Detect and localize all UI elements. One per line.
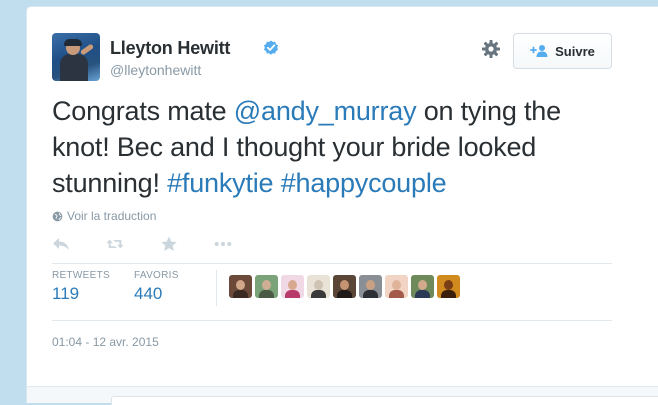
more-icon xyxy=(214,241,232,247)
favoriters-list xyxy=(229,275,460,298)
translate-label: Voir la traduction xyxy=(67,209,157,223)
globe-icon xyxy=(52,211,63,221)
user-avatar[interactable] xyxy=(52,33,100,81)
stats-separator xyxy=(216,270,217,306)
tweet-text: Congrats mate @andy_murray on tying the … xyxy=(52,93,612,201)
favorite-icon xyxy=(161,236,177,251)
tweet-actions xyxy=(52,233,268,255)
translate-link[interactable]: Voir la traduction xyxy=(52,209,156,223)
tweet-text-segment xyxy=(273,168,280,198)
retweets-label: RETWEETS xyxy=(52,270,110,281)
mention-link[interactable]: @andy_murray xyxy=(234,96,417,126)
tweet-text-segment: Congrats mate xyxy=(52,96,234,126)
favorites-count: 440 xyxy=(134,284,163,303)
reply-button[interactable] xyxy=(52,236,70,252)
user-name[interactable]: Lleyton Hewitt xyxy=(110,38,230,59)
stats-top-divider xyxy=(52,263,612,264)
favoriter-avatar[interactable] xyxy=(229,275,252,298)
retweets-count: 119 xyxy=(52,284,80,303)
tweet-timestamp[interactable]: 01:04 - 12 avr. 2015 xyxy=(52,335,159,349)
favorites-stat[interactable]: FAVORIS 440 xyxy=(134,270,179,304)
favoriter-avatar[interactable] xyxy=(437,275,460,298)
user-handle[interactable]: @lleytonhewitt xyxy=(110,62,201,78)
follow-button-label: Suivre xyxy=(555,43,595,59)
favorite-button[interactable] xyxy=(160,236,178,252)
hashtag-link[interactable]: #funkytie xyxy=(167,168,273,198)
reply-box[interactable] xyxy=(111,396,658,405)
favoriter-avatar[interactable] xyxy=(359,275,382,298)
gear-icon[interactable] xyxy=(481,39,501,59)
favoriter-avatar[interactable] xyxy=(385,275,408,298)
favoriter-avatar[interactable] xyxy=(333,275,356,298)
favorites-label: FAVORIS xyxy=(134,270,179,281)
follow-button[interactable]: Suivre xyxy=(513,33,612,69)
more-button[interactable] xyxy=(214,236,232,252)
stats-bottom-divider xyxy=(52,320,612,321)
reply-area xyxy=(26,386,658,405)
favoriter-avatar[interactable] xyxy=(307,275,330,298)
follow-user-icon xyxy=(530,45,548,57)
verified-badge-icon xyxy=(264,40,278,55)
reply-icon xyxy=(53,238,69,250)
favoriter-avatar[interactable] xyxy=(281,275,304,298)
hashtag-link[interactable]: #happycouple xyxy=(281,168,447,198)
favoriter-avatar[interactable] xyxy=(255,275,278,298)
retweet-icon xyxy=(106,239,124,249)
retweets-stat[interactable]: RETWEETS 119 xyxy=(52,270,110,304)
retweet-button[interactable] xyxy=(106,236,124,252)
favoriter-avatar[interactable] xyxy=(411,275,434,298)
